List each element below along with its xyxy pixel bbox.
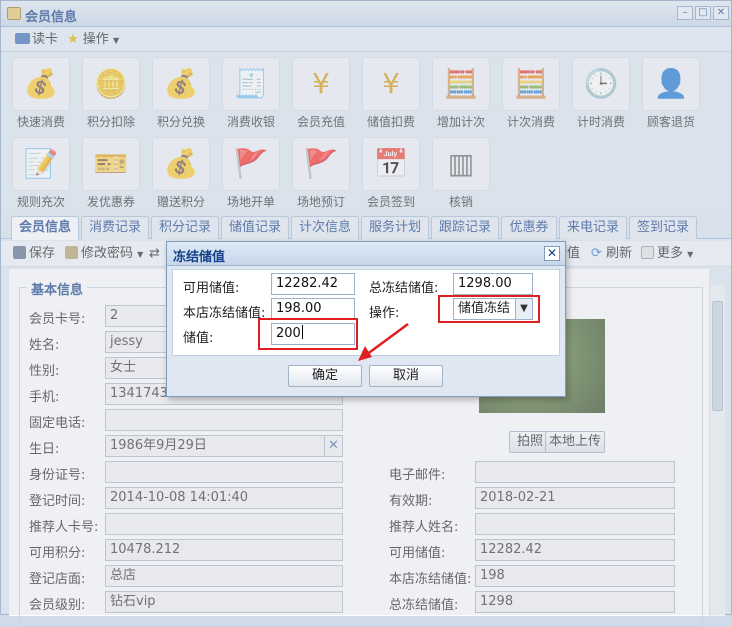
- arrow-shaft: [365, 322, 409, 357]
- annotation-arrow: [358, 322, 409, 361]
